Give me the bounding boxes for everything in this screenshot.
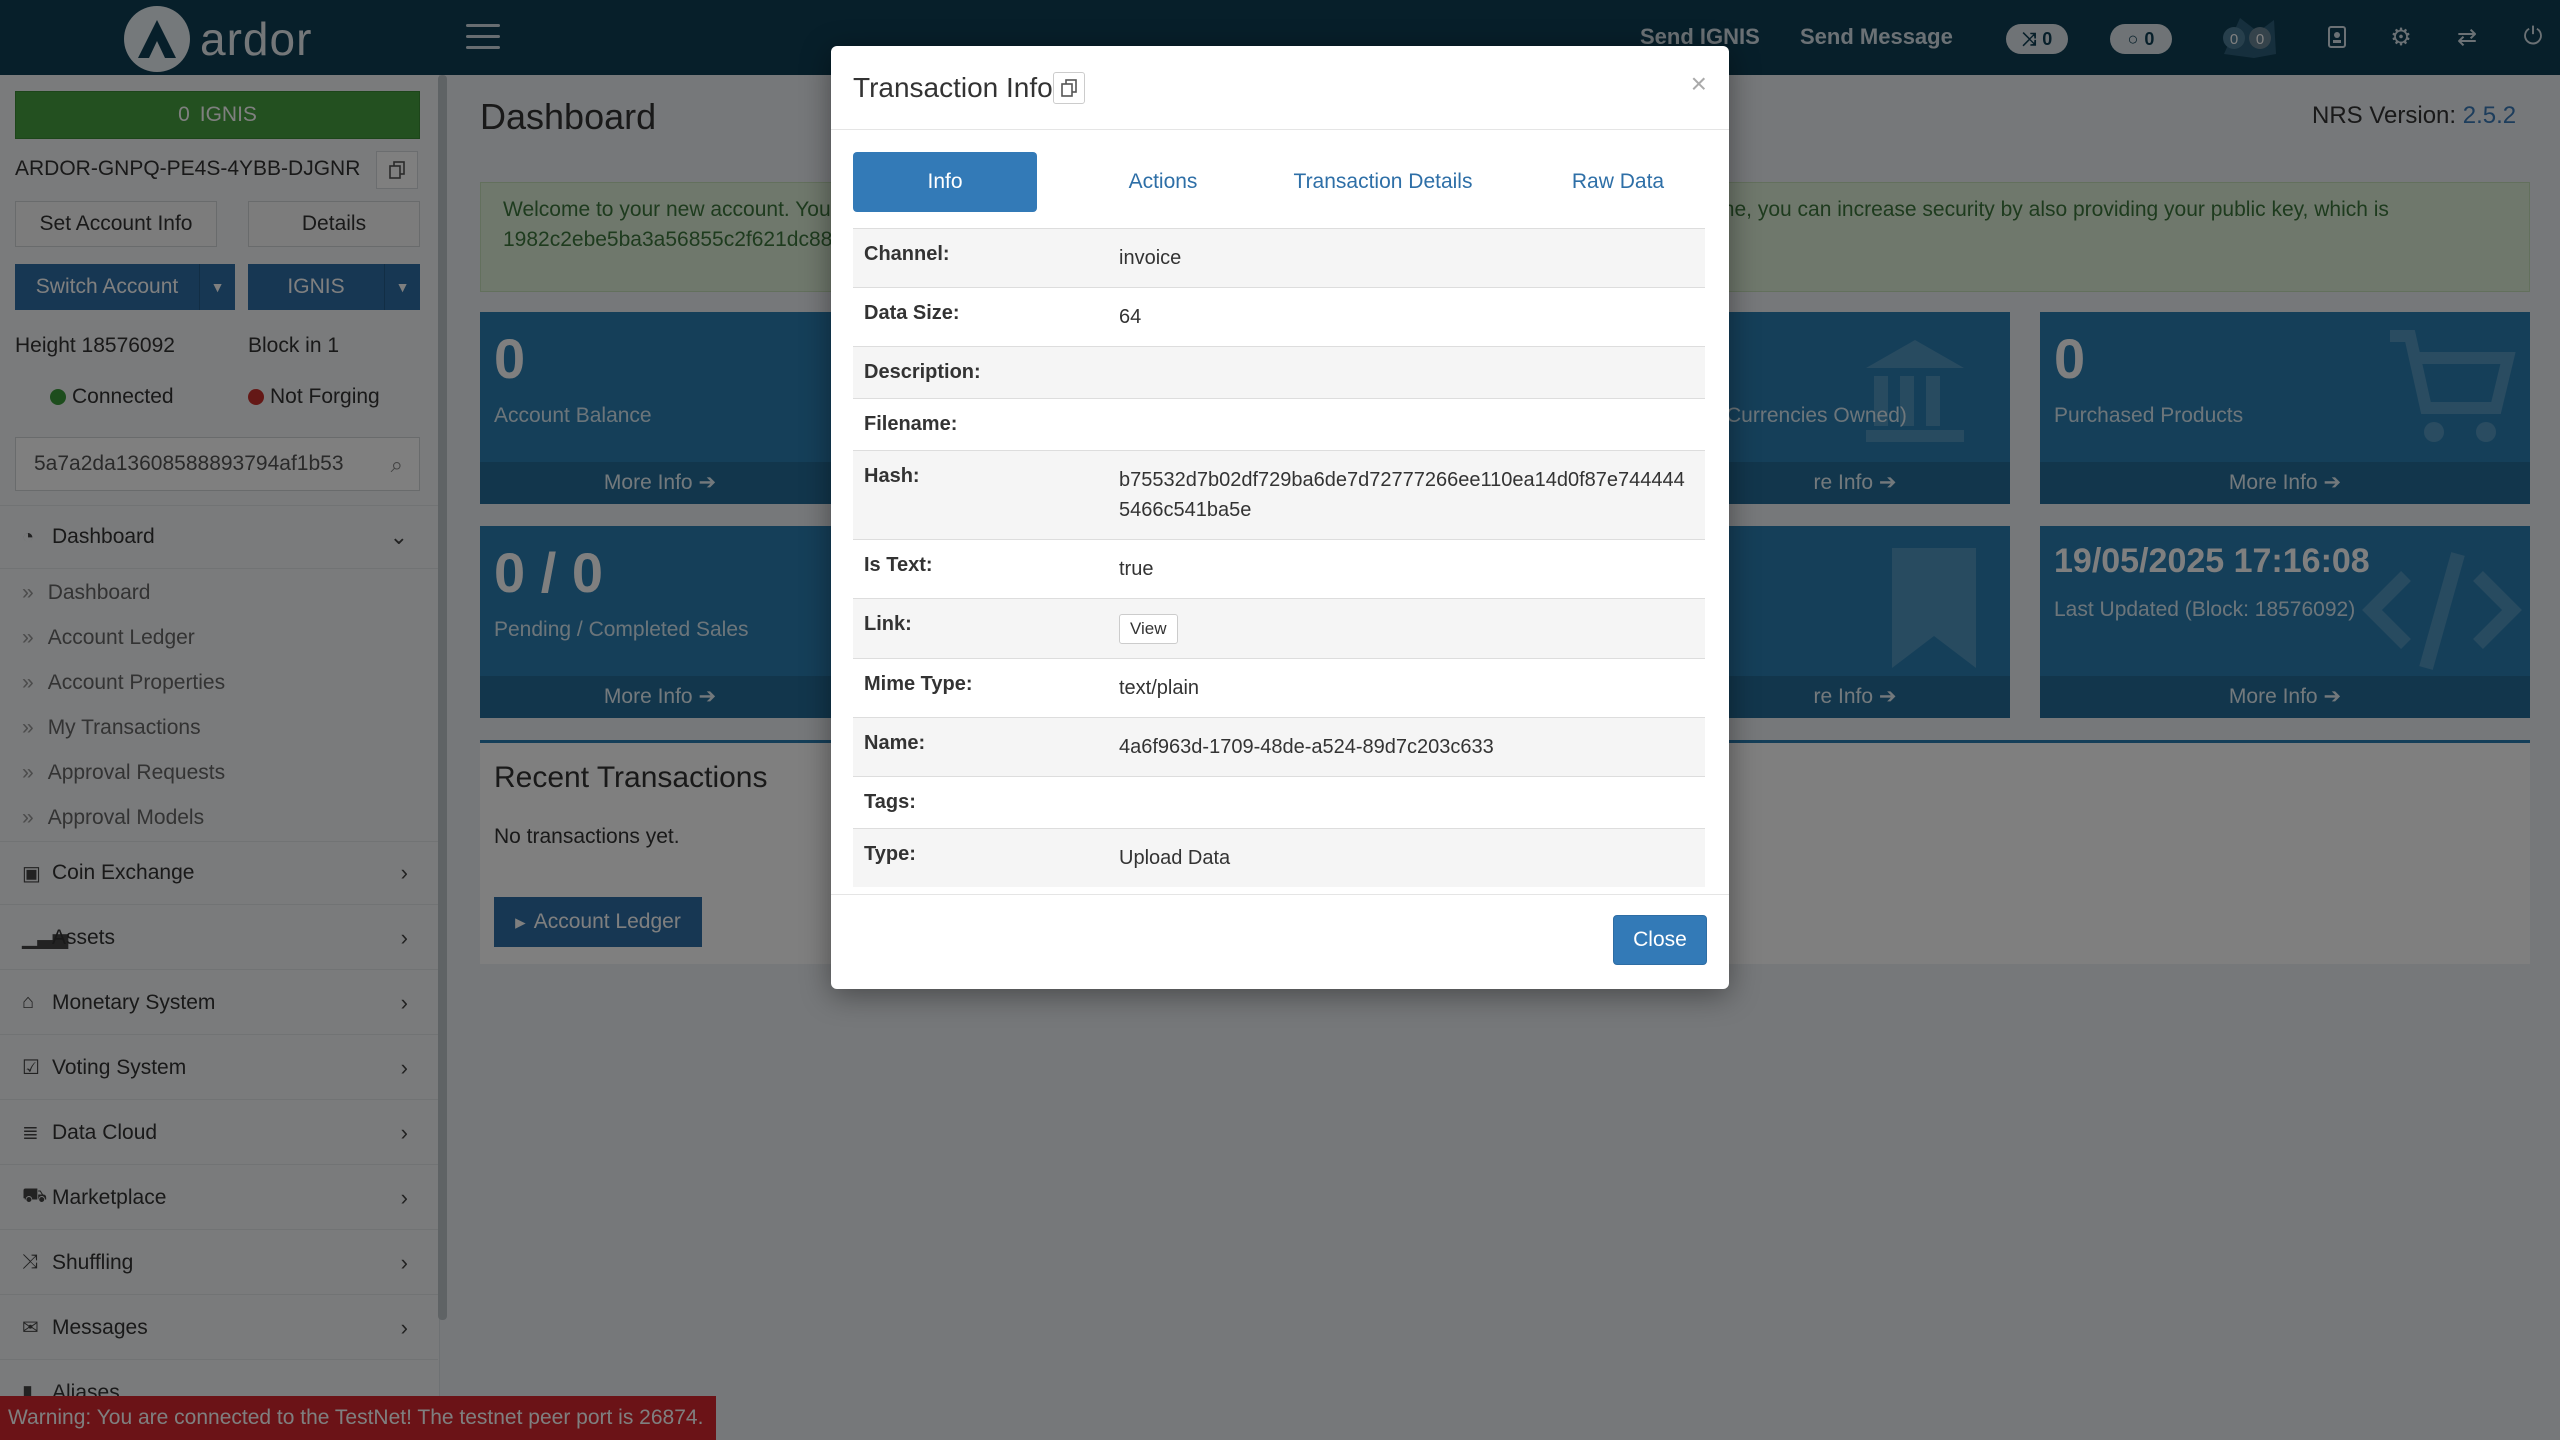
table-row: Filename: xyxy=(853,398,1705,450)
modal-title: Transaction Info xyxy=(853,72,1053,103)
table-row: Hash: b75532d7b02df729ba6de7d72777266ee11… xyxy=(853,450,1705,539)
view-link-button[interactable]: View xyxy=(1119,614,1178,644)
table-row: Name: 4a6f963d-1709-48de-a524-89d7c203c63… xyxy=(853,717,1705,776)
table-row: Description: xyxy=(853,346,1705,398)
tab-actions[interactable]: Actions xyxy=(1083,152,1243,212)
modal-footer: Close xyxy=(831,894,1729,989)
table-row: Mime Type: text/plain xyxy=(853,658,1705,717)
tab-raw-data[interactable]: Raw Data xyxy=(1543,152,1693,212)
tab-transaction-details[interactable]: Transaction Details xyxy=(1263,152,1503,212)
table-row: Is Text: true xyxy=(853,539,1705,598)
close-icon[interactable]: × xyxy=(1691,68,1707,100)
info-table: Channel: invoice Data Size: 64 Description… xyxy=(853,228,1705,887)
table-row: Link: View xyxy=(853,598,1705,658)
table-row: Data Size: 64 xyxy=(853,287,1705,346)
modal-tabs: Info Actions Transaction Details Raw Dat… xyxy=(853,152,1705,212)
table-row: Channel: invoice xyxy=(853,228,1705,287)
table-row: Tags: xyxy=(853,776,1705,828)
copy-icon[interactable] xyxy=(1053,72,1085,104)
modal-header: Transaction Info × xyxy=(831,46,1729,130)
close-button[interactable]: Close xyxy=(1613,915,1707,965)
table-row: Type: Upload Data xyxy=(853,828,1705,887)
transaction-info-modal: Transaction Info × Info Actions Transact… xyxy=(831,46,1729,989)
tab-info[interactable]: Info xyxy=(853,152,1037,212)
